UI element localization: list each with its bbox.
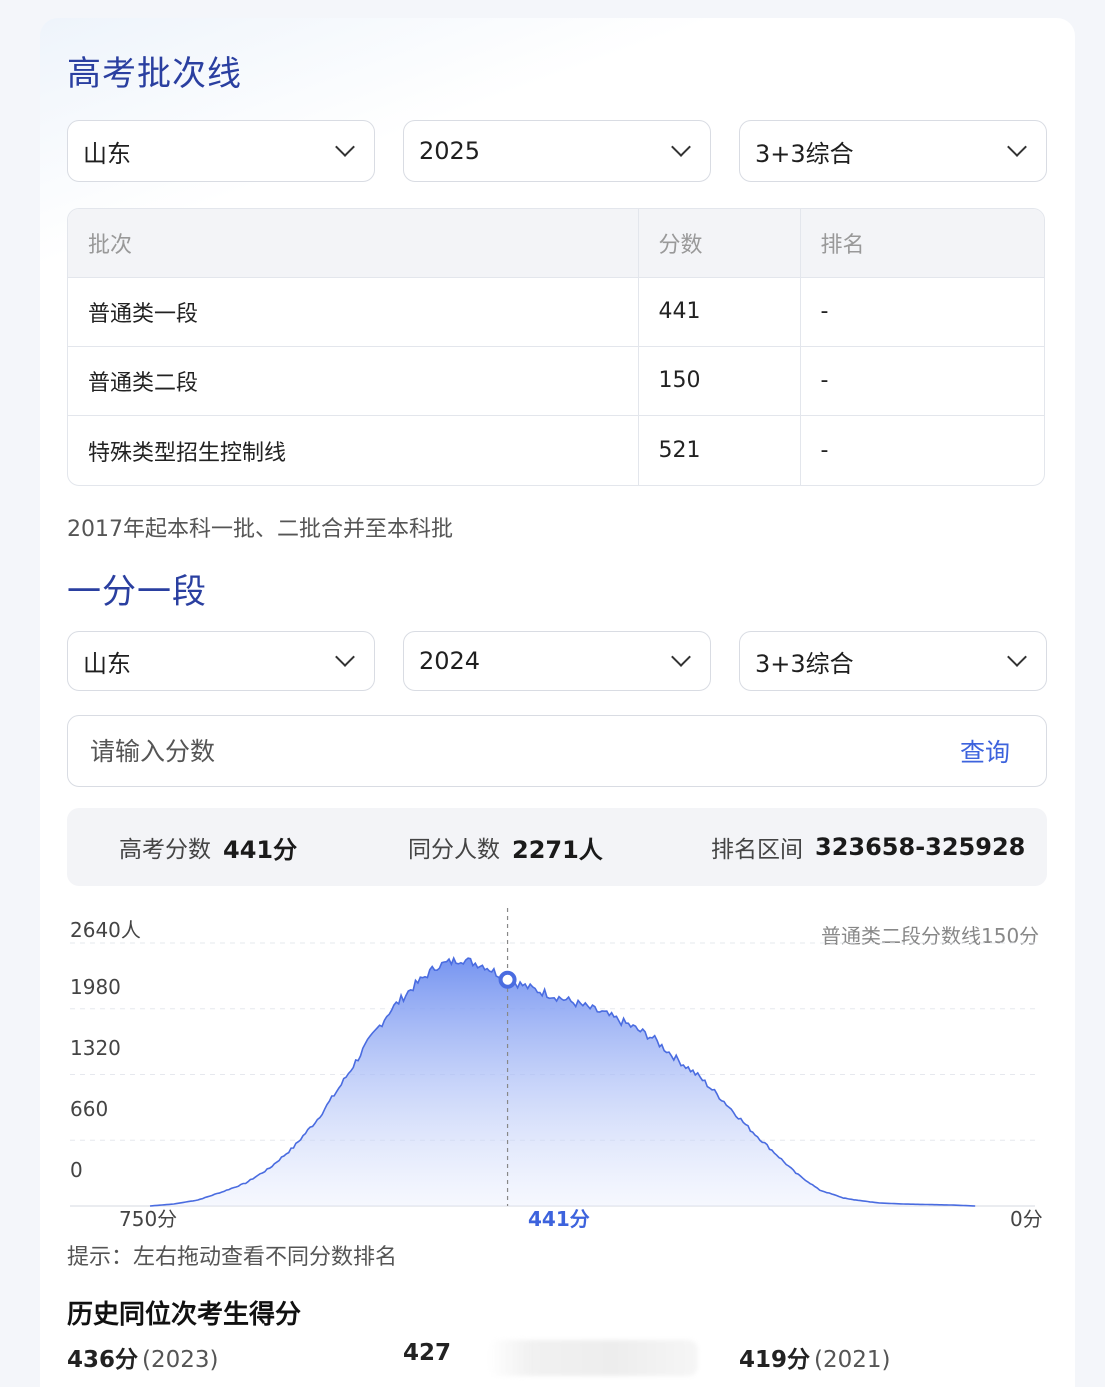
blurred-overlay	[488, 1340, 698, 1376]
province-select[interactable]: 山东	[67, 120, 375, 182]
history-score: 436分	[67, 1347, 139, 1373]
score-year-select-value: 2024	[419, 647, 481, 675]
query-button[interactable]: 查询	[960, 733, 1010, 769]
table-row: 普通类一段 441 -	[68, 277, 1044, 347]
score-stats-bar: 高考分数 441分 同分人数 2271人 排名区间 323658-325928	[67, 808, 1047, 886]
stat-rank-value: 323658-325928	[815, 833, 1026, 861]
x-tick-label-end: 0分	[1010, 1207, 1043, 1231]
score-section-title: 一分一段	[67, 572, 207, 612]
distribution-area	[150, 958, 976, 1206]
table-row: 特殊类型招生控制线 521 -	[68, 415, 1044, 485]
subject-select[interactable]: 3+3综合	[739, 120, 1047, 182]
score-search-box: 查询	[67, 715, 1047, 787]
history-score: 419分	[739, 1347, 811, 1373]
stat-score-value: 441分	[223, 835, 298, 864]
stat-count-value: 2271人	[512, 835, 603, 864]
score-input[interactable]	[90, 736, 960, 766]
year-select[interactable]: 2025	[403, 120, 711, 182]
history-section-title: 历史同位次考生得分	[67, 1300, 302, 1330]
cell-rank: -	[820, 438, 829, 464]
cell-score: 521	[638, 415, 801, 485]
cell-rank: -	[800, 277, 1044, 347]
score-subject-select-value: 3+3综合	[755, 649, 854, 678]
column-header-batch: 批次	[68, 209, 639, 278]
selected-score-marker[interactable]	[498, 970, 517, 989]
drag-hint: 提示：左右拖动查看不同分数排名	[67, 1245, 398, 1270]
cell-score: 150	[638, 346, 801, 417]
history-year: (2023)	[142, 1347, 219, 1373]
score-province-select[interactable]: 山东	[67, 631, 375, 691]
score-year-select[interactable]: 2024	[403, 631, 711, 691]
cell-score: 441	[638, 277, 801, 347]
stat-score: 高考分数 441分	[119, 808, 297, 886]
history-score: 427	[403, 1340, 452, 1366]
cell-batch: 特殊类型招生控制线	[68, 415, 639, 485]
cell-rank: -	[800, 346, 1044, 417]
chevron-down-icon	[671, 137, 691, 157]
chevron-down-icon	[1007, 137, 1027, 157]
x-tick-label-selected: 441分	[528, 1207, 590, 1231]
score-province-select-value: 山东	[83, 649, 131, 678]
stat-count-label: 同分人数	[408, 837, 500, 863]
chevron-down-icon	[335, 647, 355, 667]
chevron-down-icon	[1007, 647, 1027, 667]
stat-same-score-count: 同分人数 2271人	[408, 808, 603, 886]
main-card: 高考批次线 山东 2025 3+3综合 批次 分数 排名 普通类一段 441 -…	[40, 18, 1075, 1387]
batch-section-title: 高考批次线	[67, 54, 242, 94]
batch-merge-note: 2017年起本科一批、二批合并至本科批	[67, 517, 453, 542]
column-header-score: 分数	[638, 209, 801, 278]
table-row: 普通类二段 150 -	[68, 346, 1044, 417]
stat-score-label: 高考分数	[119, 837, 211, 863]
stat-rank-label: 排名区间	[711, 837, 803, 863]
batch-line-table: 批次 分数 排名 普通类一段 441 - 普通类二段 150 - 特殊类型招生控…	[67, 208, 1045, 486]
chevron-down-icon	[671, 647, 691, 667]
subject-select-value: 3+3综合	[755, 139, 854, 168]
stat-rank-range: 排名区间 323658-325928	[711, 808, 1025, 886]
score-subject-select[interactable]: 3+3综合	[739, 631, 1047, 691]
history-item: 427	[403, 1340, 455, 1366]
year-select-value: 2025	[419, 137, 481, 165]
history-item: 419分 (2021)	[739, 1340, 891, 1374]
history-year: (2021)	[814, 1347, 891, 1373]
x-tick-label-start: 750分	[119, 1207, 178, 1231]
column-header-rank: 排名	[800, 209, 1044, 278]
table-header-row: 批次 分数 排名	[68, 209, 1044, 278]
cell-batch: 普通类二段	[68, 346, 639, 417]
history-item: 436分 (2023)	[67, 1340, 219, 1374]
chevron-down-icon	[335, 137, 355, 157]
cell-batch: 普通类一段	[68, 277, 639, 347]
score-distribution-chart[interactable]	[40, 878, 1075, 1218]
province-select-value: 山东	[83, 139, 131, 168]
